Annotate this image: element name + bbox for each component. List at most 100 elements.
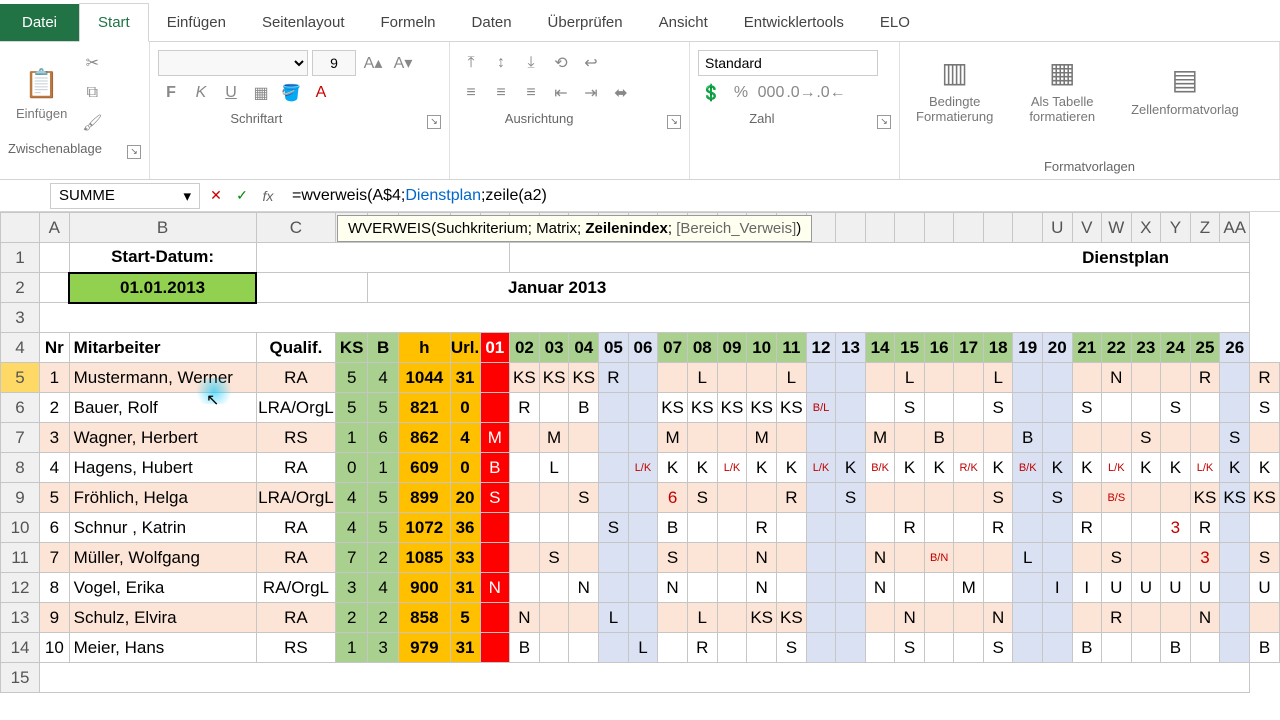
cell-day[interactable]: B <box>1161 633 1191 663</box>
cell-day[interactable]: I <box>1042 573 1072 603</box>
header-url[interactable]: Url. <box>450 333 480 363</box>
cut-icon[interactable]: ✂ <box>79 50 105 76</box>
cell-employee[interactable]: Fröhlich, Helga <box>69 483 256 513</box>
header-day-04[interactable]: 04 <box>569 333 599 363</box>
cell-day[interactable] <box>983 543 1013 573</box>
cell-day[interactable]: B/K <box>865 453 895 483</box>
cell-b[interactable]: 2 <box>368 543 399 573</box>
cell-day[interactable] <box>954 423 984 453</box>
cell-employee[interactable]: Meier, Hans <box>69 633 256 663</box>
row-head-10[interactable]: 10 <box>1 513 40 543</box>
cell-day[interactable] <box>539 483 569 513</box>
cell-day[interactable]: L <box>539 453 569 483</box>
cell-day[interactable]: KS <box>510 363 540 393</box>
cell-url[interactable]: 31 <box>450 363 480 393</box>
cell-day[interactable]: N <box>747 543 777 573</box>
cell-day[interactable]: S <box>777 633 807 663</box>
cell-day[interactable] <box>510 453 540 483</box>
tab-formulas[interactable]: Formeln <box>363 4 454 41</box>
header-day-03[interactable]: 03 <box>539 333 569 363</box>
cell-qualif[interactable]: RA <box>256 543 336 573</box>
cell-day[interactable] <box>1013 603 1043 633</box>
cell-employee[interactable]: Hagens, Hubert <box>69 453 256 483</box>
cell-day[interactable] <box>717 363 747 393</box>
row-head-5[interactable]: 5 <box>1 363 40 393</box>
cell-day[interactable] <box>1042 543 1072 573</box>
col-head[interactable]: AA <box>1220 213 1250 243</box>
cell-nr[interactable]: 7 <box>40 543 70 573</box>
fill-color-button[interactable]: 🪣 <box>278 80 304 106</box>
cell-day[interactable]: N <box>983 603 1013 633</box>
cell-day[interactable]: L/K <box>717 453 747 483</box>
cell-day-01[interactable] <box>480 513 510 543</box>
number-format-select[interactable] <box>698 50 878 76</box>
header-day-14[interactable]: 14 <box>865 333 895 363</box>
cell-day[interactable] <box>569 603 599 633</box>
cell-qualif[interactable]: RA/OrgL <box>256 573 336 603</box>
cell-day[interactable]: KS <box>569 363 599 393</box>
col-head[interactable]: X <box>1131 213 1161 243</box>
cell-day[interactable] <box>1013 393 1043 423</box>
tab-data[interactable]: Daten <box>454 4 530 41</box>
tab-start[interactable]: Start <box>79 3 149 42</box>
cell-day[interactable] <box>569 513 599 543</box>
cell-day[interactable]: N <box>865 573 895 603</box>
cell-day[interactable] <box>510 483 540 513</box>
increase-decimal-icon[interactable]: .0→ <box>788 80 814 106</box>
cell-employee[interactable]: Wagner, Herbert <box>69 423 256 453</box>
header-b[interactable]: B <box>368 333 399 363</box>
cell-day[interactable]: M <box>865 423 895 453</box>
row-head-7[interactable]: 7 <box>1 423 40 453</box>
cell-day[interactable]: R/K <box>954 453 984 483</box>
cell-day[interactable]: K <box>1042 453 1072 483</box>
cell-url[interactable]: 20 <box>450 483 480 513</box>
header-day-02[interactable]: 02 <box>510 333 540 363</box>
cell-day[interactable] <box>599 453 629 483</box>
cell-day[interactable]: 3 <box>1190 543 1220 573</box>
cell-day[interactable] <box>983 573 1013 603</box>
cell-nr[interactable]: 1 <box>40 363 70 393</box>
cell-day[interactable] <box>747 483 777 513</box>
cell-day[interactable] <box>777 423 807 453</box>
cell-day[interactable]: L/K <box>806 453 836 483</box>
copy-icon[interactable]: ⧉ <box>79 80 105 106</box>
cell-day[interactable]: K <box>777 453 807 483</box>
cell-day[interactable] <box>1131 393 1161 423</box>
cell-day[interactable] <box>1250 513 1280 543</box>
cell-day[interactable]: R <box>1072 513 1102 543</box>
cell-day[interactable]: K <box>1072 453 1102 483</box>
cell-qualif[interactable]: RA <box>256 603 336 633</box>
align-bottom-icon[interactable]: ⤓ <box>518 50 544 76</box>
cell-day[interactable] <box>1131 363 1161 393</box>
header-day-07[interactable]: 07 <box>658 333 688 363</box>
cell-day[interactable] <box>687 573 717 603</box>
cell-qualif[interactable]: RA <box>256 363 336 393</box>
cell-day[interactable] <box>836 363 866 393</box>
formula-input[interactable]: =wverweis(A$4;Dienstplan;zeile(a2) <box>284 183 1280 209</box>
number-dialog-launcher[interactable]: ↘ <box>877 115 891 129</box>
cell-h[interactable]: 858 <box>399 603 450 633</box>
cell-day[interactable]: KS <box>777 393 807 423</box>
cell-day[interactable] <box>1190 423 1220 453</box>
row-head-9[interactable]: 9 <box>1 483 40 513</box>
cell-url[interactable]: 4 <box>450 423 480 453</box>
cell-day[interactable] <box>599 543 629 573</box>
cell-nr[interactable]: 9 <box>40 603 70 633</box>
cell-day[interactable] <box>1042 633 1072 663</box>
cell-day[interactable] <box>510 543 540 573</box>
cell-day[interactable] <box>1190 393 1220 423</box>
col-head[interactable] <box>865 213 895 243</box>
cell-ks[interactable]: 1 <box>336 633 368 663</box>
conditional-format-button[interactable]: ▥Bedingte Formatierung <box>908 50 1001 128</box>
cell-day[interactable]: S <box>1131 423 1161 453</box>
cell-day[interactable]: N <box>510 603 540 633</box>
cell-day[interactable]: K <box>895 453 925 483</box>
col-head[interactable] <box>954 213 984 243</box>
header-day-21[interactable]: 21 <box>1072 333 1102 363</box>
cell-day[interactable]: S <box>983 393 1013 423</box>
cell-day[interactable] <box>1190 633 1220 663</box>
cell-day[interactable]: L/K <box>1102 453 1132 483</box>
cell-day[interactable] <box>1102 513 1132 543</box>
cell-day[interactable]: B/K <box>1013 453 1043 483</box>
bold-button[interactable]: F <box>158 80 184 106</box>
